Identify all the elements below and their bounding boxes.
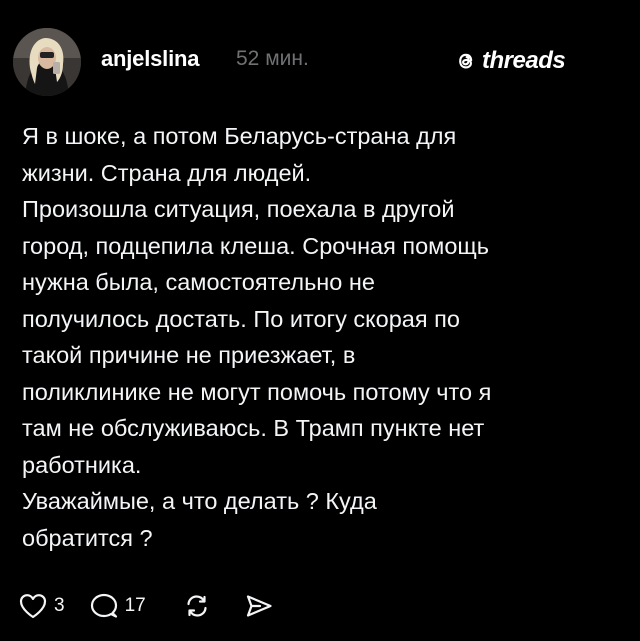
threads-wordmark: threads [482, 47, 566, 74]
text-line: нужна была, самостоятельно не [22, 269, 375, 295]
text-line: Уважаймые, а что делать ? Куда [22, 488, 377, 514]
comment-button[interactable]: 17 [89, 592, 146, 620]
text-line: поликлинике не могут помочь потому что я [22, 378, 492, 405]
avatar[interactable] [13, 28, 81, 96]
text-line: там не обслуживаюсь. В Трамп пункте нет [22, 415, 485, 441]
text-line: Я в шоке, а потом Беларусь-страна для [22, 123, 457, 149]
threads-post: anjelslina 52 мин. threads Я в шоке, а п… [0, 0, 640, 641]
text-line: получилось достать. По итогу скорая по [22, 305, 460, 332]
paragraph: Произошла ситуация, поехала в другой гор… [22, 191, 622, 483]
paragraph: Уважаймые, а что делать ? Куда обратится… [22, 483, 622, 556]
heart-icon [19, 594, 47, 619]
username[interactable]: anjelslina [101, 46, 199, 72]
like-button[interactable]: 3 [18, 592, 65, 620]
comment-count: 17 [124, 595, 146, 616]
share-button[interactable] [244, 592, 274, 620]
post-time: 52 мин. [236, 47, 309, 70]
like-count: 3 [54, 595, 65, 616]
repost-icon [187, 595, 207, 617]
text-line: город, подцепила клеша. Срочная помощь [22, 232, 489, 259]
action-bar: 3 17 [18, 590, 274, 622]
avatar-photo [13, 28, 81, 96]
text-line: Произошла ситуация, поехала в другой [22, 196, 455, 222]
text-line: такой причине не приезжает, в [22, 342, 356, 368]
threads-icon [459, 53, 473, 69]
comment-icon [90, 593, 117, 618]
post-body: Я в шоке, а потом Беларусь-страна для жи… [22, 118, 622, 556]
share-icon [246, 595, 272, 617]
threads-logo: threads [454, 46, 566, 76]
repost-button[interactable] [182, 592, 212, 620]
paragraph: Я в шоке, а потом Беларусь-страна для жи… [22, 118, 622, 191]
text-line: жизни. Страна для людей. [22, 159, 312, 186]
text-line: работника. [22, 451, 142, 478]
text-line: обратится ? [22, 524, 153, 551]
